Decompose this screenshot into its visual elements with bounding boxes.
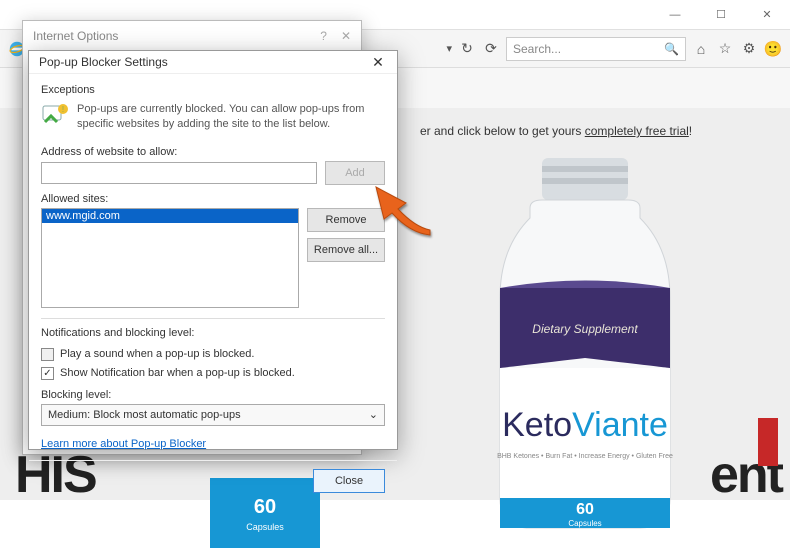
show-notification-label: Show Notification bar when a pop-up is b… [60, 367, 295, 379]
list-item[interactable]: www.mgid.com [42, 209, 298, 223]
gear-icon[interactable]: ⚙ [740, 40, 758, 58]
chevron-down-icon: ⌄ [369, 408, 378, 421]
blocking-level-label: Blocking level: [41, 389, 385, 401]
zoom-dropdown[interactable]: ▾ [446, 42, 452, 55]
close-icon[interactable]: ✕ [341, 29, 351, 43]
emoji-icon[interactable]: 🙂 [764, 40, 782, 58]
popup-blocker-title: Pop-up Blocker Settings [39, 55, 168, 69]
close-button[interactable]: Close [313, 469, 385, 493]
popup-blocker-titlebar: Pop-up Blocker Settings ✕ [29, 51, 397, 74]
product-bottle-large: Dietary Supplement KetoViante BHB Ketone… [470, 158, 700, 538]
play-sound-label: Play a sound when a pop-up is blocked. [60, 348, 254, 360]
bottle-brand-a: KetoViante [502, 406, 668, 444]
close-icon[interactable]: ✕ [367, 51, 389, 73]
promo-suffix: ! [689, 124, 692, 138]
window-minimize-button[interactable]: — [652, 0, 698, 30]
allowed-sites-label: Allowed sites: [41, 193, 385, 205]
show-notification-checkbox[interactable]: ✓ [41, 367, 54, 380]
add-button[interactable]: Add [325, 161, 385, 185]
promo-link[interactable]: completely free trial [585, 124, 689, 138]
red-banner-fragment [758, 418, 778, 466]
svg-text:Capsules: Capsules [246, 522, 284, 532]
bottle-capsules: Capsules [568, 519, 601, 528]
allowed-sites-list[interactable]: www.mgid.com [41, 208, 299, 308]
favorites-icon[interactable]: ☆ [716, 40, 734, 58]
exceptions-description: Pop-ups are currently blocked. You can a… [77, 102, 385, 132]
search-icon[interactable]: 🔍 [664, 42, 679, 56]
divider [41, 318, 385, 319]
help-icon[interactable]: ? [320, 29, 327, 43]
popup-blocker-dialog: Pop-up Blocker Settings ✕ Exceptions ! P… [28, 50, 398, 450]
internet-options-titlebar: Internet Options ? ✕ [23, 21, 361, 51]
notifications-label: Notifications and blocking level: [41, 327, 385, 339]
search-input[interactable]: Search... 🔍 [506, 37, 686, 61]
remove-all-button[interactable]: Remove all... [307, 238, 385, 262]
bottle-subtext: BHB Ketones • Burn Fat • Increase Energy… [497, 453, 673, 460]
internet-options-title: Internet Options [33, 29, 118, 43]
blocking-level-value: Medium: Block most automatic pop-ups [48, 409, 241, 421]
window-close-button[interactable]: ✕ [744, 0, 790, 30]
exceptions-icon: ! [41, 102, 69, 130]
blocking-level-select[interactable]: Medium: Block most automatic pop-ups ⌄ [41, 404, 385, 426]
promo-text: er and click below to get yours complete… [420, 124, 692, 138]
exceptions-label: Exceptions [41, 84, 385, 96]
play-sound-checkbox[interactable]: ✓ [41, 348, 54, 361]
refresh-icon[interactable]: ↻ [458, 40, 476, 58]
address-label: Address of website to allow: [41, 146, 385, 158]
window-maximize-button[interactable]: ☐ [698, 0, 744, 30]
search-placeholder: Search... [513, 42, 561, 56]
bottle-count: 60 [576, 501, 594, 518]
address-input[interactable] [41, 162, 317, 184]
home-icon[interactable]: ⌂ [692, 40, 710, 58]
bottle-tag-text: Dietary Supplement [532, 322, 638, 336]
promo-prefix: er and click below to get yours [420, 124, 585, 138]
svg-text:!: ! [62, 105, 64, 114]
learn-more-link[interactable]: Learn more about Pop-up Blocker [41, 438, 206, 450]
remove-button[interactable]: Remove [307, 208, 385, 232]
stop-icon[interactable]: ⟳ [482, 40, 500, 58]
